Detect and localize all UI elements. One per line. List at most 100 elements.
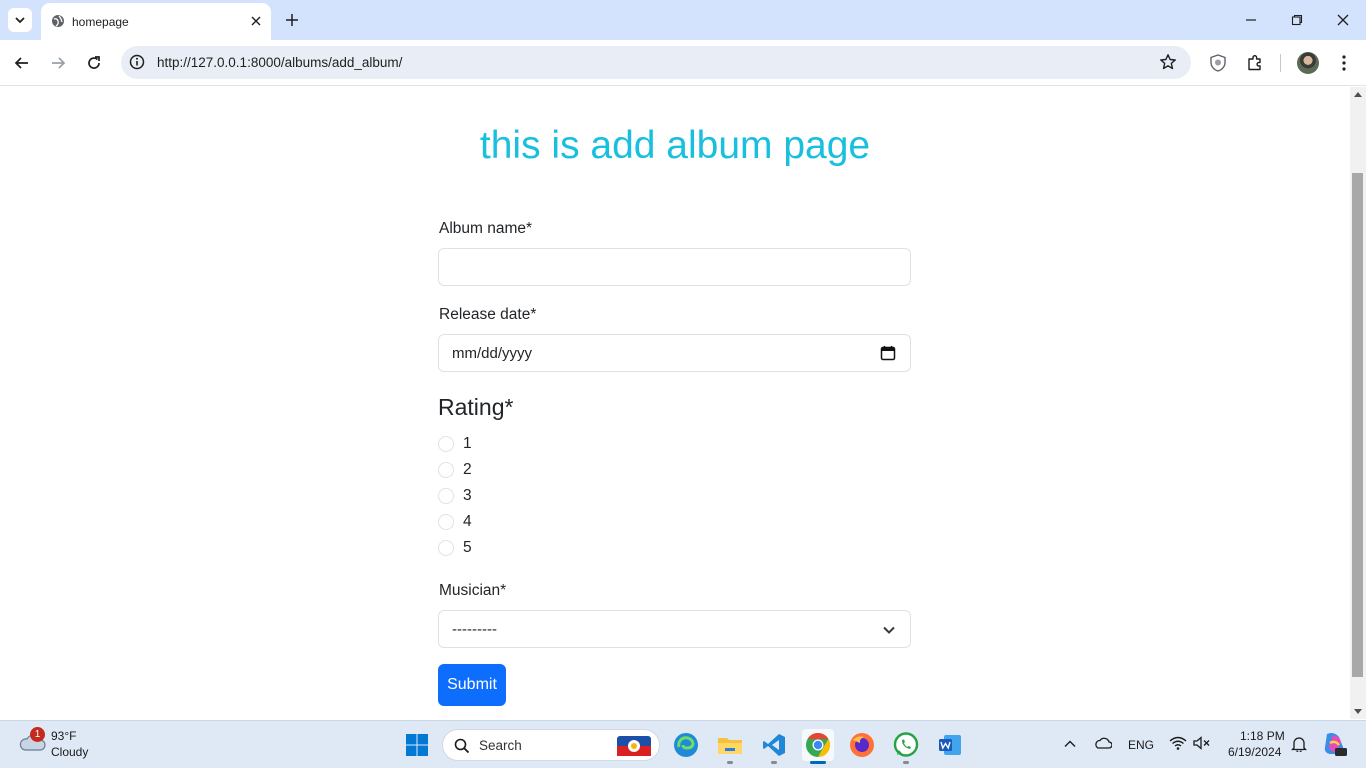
taskbar-search[interactable]: Search (442, 729, 660, 761)
tab-title: homepage (72, 15, 129, 29)
restore-button[interactable] (1287, 10, 1307, 30)
firefox-icon (850, 733, 874, 757)
taskbar-app-file-explorer[interactable] (714, 729, 746, 764)
wifi-icon[interactable] (1169, 736, 1187, 750)
toolbar-separator (1280, 54, 1281, 72)
radio-button[interactable] (438, 540, 454, 556)
musician-select[interactable]: --------- (438, 610, 911, 648)
musician-selected-value: --------- (452, 621, 497, 638)
rating-option-4[interactable]: 4 (438, 512, 472, 532)
rating-option-label: 1 (463, 435, 472, 452)
rating-option-label: 2 (463, 461, 472, 478)
arrow-right-icon (52, 57, 66, 69)
taskbar-app-chrome[interactable] (802, 729, 834, 764)
tab-strip: homepage (0, 0, 1366, 40)
scrollbar-thumb[interactable] (1352, 173, 1363, 677)
word-icon (939, 735, 961, 755)
extensions-button[interactable] (1243, 51, 1267, 75)
radio-button[interactable] (438, 514, 454, 530)
folder-icon (718, 738, 742, 754)
release-date-input[interactable]: mm/dd/yyyy (438, 334, 911, 372)
minimize-icon (1246, 19, 1256, 21)
scroll-down-arrow-icon[interactable] (1354, 709, 1362, 715)
star-icon[interactable] (1159, 53, 1177, 71)
temperature: 93°F (51, 729, 77, 743)
rating-option-label: 4 (463, 513, 472, 530)
release-date-placeholder: mm/dd/yyyy (452, 345, 533, 362)
tab-close-button[interactable] (247, 12, 265, 30)
scroll-up-arrow-icon[interactable] (1354, 91, 1362, 97)
info-icon (129, 54, 145, 70)
page-scrollbar[interactable] (1350, 87, 1366, 719)
rating-option-label: 5 (463, 539, 472, 556)
tab-homepage[interactable]: homepage (41, 3, 271, 40)
rating-option-3[interactable]: 3 (438, 486, 472, 506)
globe-icon (52, 15, 64, 27)
running-indicator (771, 761, 777, 764)
taskbar-app-word[interactable] (934, 729, 966, 761)
calendar-icon[interactable] (880, 345, 896, 361)
chevron-down-icon (883, 626, 895, 634)
album-name-label: Album name* (439, 220, 533, 237)
clock-time[interactable]: 1:18 PM (1240, 729, 1285, 743)
search-icon (454, 738, 470, 754)
shield-extension-button[interactable] (1206, 51, 1230, 75)
speaker-muted-icon[interactable] (1193, 736, 1211, 750)
release-date-label: Release date* (439, 306, 537, 323)
running-indicator (903, 761, 909, 764)
notification-bell-icon[interactable] (1291, 736, 1307, 752)
rating-option-5[interactable]: 5 (438, 538, 472, 558)
copilot-icon[interactable] (1321, 731, 1347, 757)
chevron-down-icon (15, 17, 25, 24)
windows-logo-icon (406, 734, 428, 756)
reload-icon (88, 56, 100, 69)
whatsapp-icon (893, 732, 919, 757)
more-vertical-icon (1342, 55, 1346, 71)
taskbar-app-vscode[interactable] (758, 729, 790, 764)
search-label: Search (479, 738, 522, 753)
arrow-left-icon (14, 57, 28, 69)
address-bar[interactable]: http://127.0.0.1:8000/albums/add_album/ (121, 46, 1191, 79)
chevron-up-icon[interactable] (1064, 738, 1076, 750)
clock-date[interactable]: 6/19/2024 (1228, 745, 1281, 759)
windows-taskbar: 1 93°F Cloudy Search ENG 1:18 PM 6/19/20… (0, 720, 1366, 768)
active-indicator (810, 761, 826, 764)
submit-button[interactable]: Submit (438, 664, 506, 706)
page-title: this is add album page (479, 124, 871, 167)
back-button[interactable] (11, 52, 33, 74)
close-icon (251, 16, 261, 26)
tab-search-button[interactable] (8, 8, 32, 32)
close-icon (1337, 14, 1349, 26)
browser-menu-button[interactable] (1332, 51, 1356, 75)
edge-icon (674, 733, 698, 757)
forward-button[interactable] (47, 52, 69, 74)
reload-button[interactable] (83, 52, 105, 74)
radio-button[interactable] (438, 462, 454, 478)
start-button[interactable] (401, 729, 433, 761)
profile-avatar[interactable] (1297, 52, 1319, 74)
url-text: http://127.0.0.1:8000/albums/add_album/ (157, 55, 403, 70)
page-content: this is add album page Album name* Relea… (0, 87, 1350, 719)
plus-icon (286, 14, 298, 26)
minimize-button[interactable] (1241, 10, 1261, 30)
restore-icon (1291, 14, 1303, 26)
rating-option-2[interactable]: 2 (438, 460, 472, 480)
weather-condition: Cloudy (51, 745, 89, 759)
taskbar-app-edge[interactable] (670, 729, 702, 761)
close-window-button[interactable] (1333, 10, 1353, 30)
new-tab-button[interactable] (282, 10, 302, 30)
notification-badge: 1 (30, 727, 45, 742)
taskbar-app-firefox[interactable] (846, 729, 878, 761)
language-indicator[interactable]: ENG (1128, 738, 1154, 752)
onedrive-icon[interactable] (1094, 736, 1112, 750)
radio-button[interactable] (438, 436, 454, 452)
rating-option-1[interactable]: 1 (438, 434, 472, 454)
running-indicator (727, 761, 733, 764)
radio-button[interactable] (438, 488, 454, 504)
taskbar-app-whatsapp[interactable] (890, 729, 922, 764)
rating-heading: Rating* (438, 394, 514, 420)
chrome-icon (806, 733, 831, 757)
browser-toolbar: http://127.0.0.1:8000/albums/add_album/ (0, 40, 1366, 86)
album-name-input[interactable] (438, 248, 911, 286)
rating-option-label: 3 (463, 487, 472, 504)
